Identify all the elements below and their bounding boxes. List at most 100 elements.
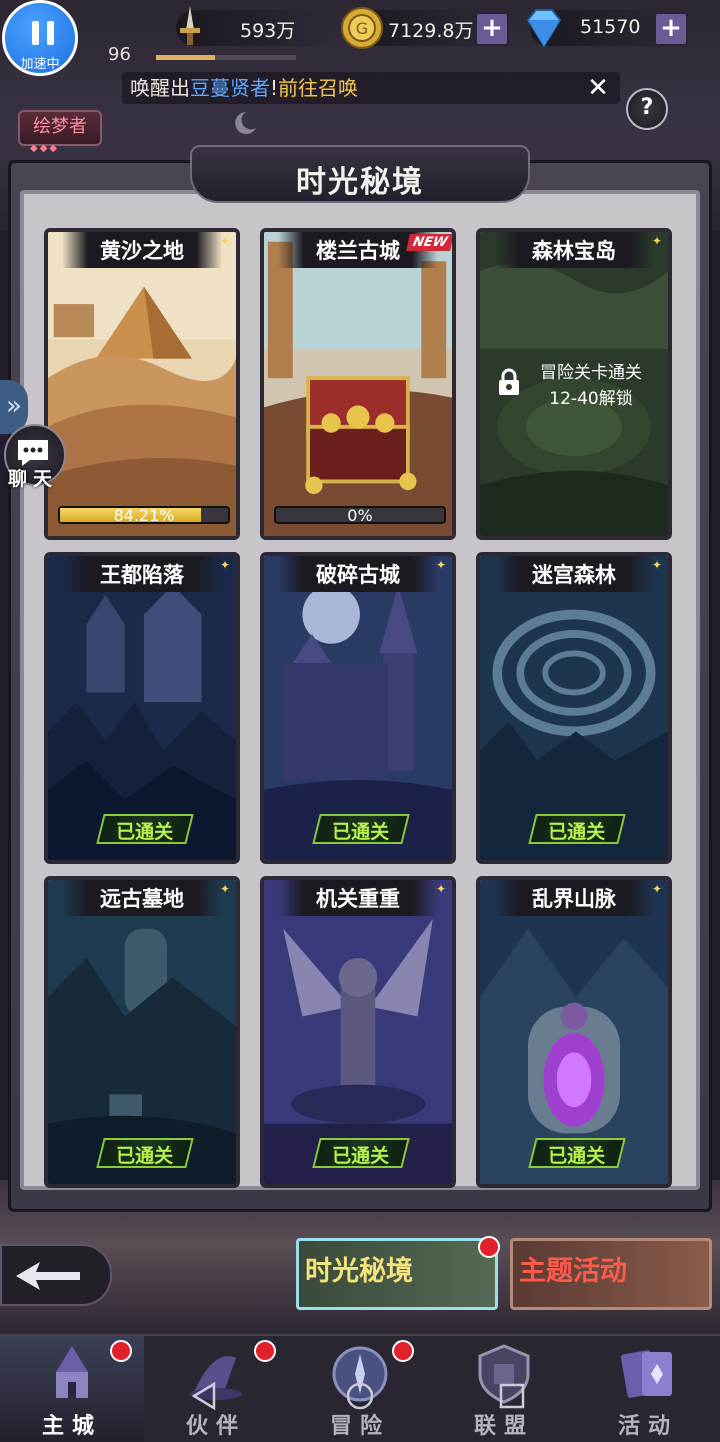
cleared-text: 已通关: [332, 1145, 390, 1167]
cleared-text: 已通关: [548, 821, 606, 843]
tab-secret-realm[interactable]: 时光秘境: [296, 1238, 498, 1310]
star-icon: ✦: [436, 558, 447, 572]
card-title-plate: 黄沙之地: [62, 232, 222, 268]
cleared-text: 已通关: [332, 821, 390, 843]
nav-label: 主城: [41, 1414, 102, 1439]
help-button[interactable]: ?: [626, 88, 668, 130]
progress-text: 0%: [347, 506, 373, 525]
back-button[interactable]: [0, 1244, 112, 1306]
cleared-text: 已通关: [548, 1145, 606, 1167]
card-title: 黄沙之地: [100, 238, 184, 263]
title-plate: 时光秘境: [190, 145, 530, 203]
nav-events[interactable]: 活动: [576, 1336, 720, 1442]
notification-dot: [254, 1340, 276, 1362]
realm-progress-bar: 84.21%: [58, 506, 230, 525]
speed-label: 加速中: [20, 57, 60, 72]
star-icon: ✦: [652, 558, 663, 572]
tab-label: 时光秘境: [305, 1256, 413, 1287]
moon-icon: [235, 112, 256, 134]
diamond-value: 51570: [580, 16, 641, 38]
unlock-requirement: 冒险关卡通关 12-40解锁: [506, 360, 668, 412]
star-icon: ✦: [220, 882, 231, 896]
star-icon: ✦: [220, 234, 231, 248]
nav-label: 冒险: [329, 1414, 390, 1439]
add-gold-button[interactable]: +: [475, 12, 509, 46]
add-diamond-button[interactable]: +: [654, 12, 688, 46]
card-title-plate: 森林宝岛: [494, 232, 654, 268]
nav-label: 活动: [617, 1414, 678, 1439]
card-title-plate: 远古墓地: [62, 880, 222, 916]
card-title-plate: 破碎古城: [278, 556, 438, 592]
realm-card-chaos-mountains[interactable]: 乱界山脉 ✦ 已通关: [476, 876, 672, 1188]
svg-text:G: G: [356, 19, 368, 38]
card-title: 乱界山脉: [532, 886, 616, 911]
cleared-badge: 已通关: [312, 814, 410, 844]
card-title: 远古墓地: [100, 886, 184, 911]
cleared-badge: 已通关: [96, 1138, 194, 1168]
coin-icon: G: [341, 7, 383, 49]
star-icon: ✦: [652, 234, 663, 248]
tab-theme-event[interactable]: 主题活动: [510, 1238, 712, 1310]
unlock-line-1: 冒险关卡通关: [540, 363, 642, 383]
card-title: 森林宝岛: [532, 238, 616, 263]
system-recents-icon[interactable]: [496, 1380, 528, 1412]
chat-label: 聊天: [8, 468, 59, 490]
star-icon: ✦: [436, 882, 447, 896]
notice-mid: !: [270, 76, 279, 100]
exp-bar: [156, 55, 296, 60]
gold-value: 7129.8万: [388, 20, 474, 42]
diamond-icon: [526, 9, 562, 48]
card-title: 王都陷落: [100, 562, 184, 587]
realm-card-forest-island[interactable]: 森林宝岛 ✦ 冒险关卡通关 12-40解锁: [476, 228, 672, 540]
sword-icon: [180, 6, 200, 45]
speed-up-button[interactable]: 加速中: [2, 0, 78, 76]
back-arrow-icon: [16, 1262, 80, 1290]
notification-dot: [110, 1340, 132, 1362]
star-icon: ✦: [652, 882, 663, 896]
close-icon[interactable]: ✕: [584, 75, 612, 101]
progress-text: 84.21%: [113, 506, 175, 525]
player-badge: 绘梦者: [18, 110, 102, 146]
player-level: 96: [108, 44, 131, 65]
notification-dot: [478, 1236, 500, 1258]
realm-card-desert[interactable]: 黄沙之地 ✦ 84.21%: [44, 228, 240, 540]
treasure-chest-art: [264, 232, 452, 536]
nav-label: 伙伴: [185, 1414, 246, 1439]
cleared-text: 已通关: [116, 821, 174, 843]
realm-card-ancient-tomb[interactable]: 远古墓地 ✦ 已通关: [44, 876, 240, 1188]
notification-dot: [392, 1340, 414, 1362]
power-value: 593万: [240, 20, 296, 42]
cleared-badge: 已通关: [312, 1138, 410, 1168]
card-title: 迷宫森林: [532, 562, 616, 587]
unlock-line-2: 12-40解锁: [549, 389, 633, 409]
card-title: 机关重重: [316, 886, 400, 911]
realm-card-royal-fall[interactable]: 王都陷落 ✦ 已通关: [44, 552, 240, 864]
notice-hero: 豆蔓贤者: [190, 76, 270, 100]
nav-label: 联盟: [473, 1414, 534, 1439]
card-title-plate: 迷宫森林: [494, 556, 654, 592]
nav-main-city[interactable]: 主城: [0, 1336, 144, 1442]
pause-icon: [32, 21, 54, 45]
realm-card-loulan[interactable]: 楼兰古城 NEW 0%: [260, 228, 456, 540]
cleared-badge: 已通关: [96, 814, 194, 844]
cleared-badge: 已通关: [528, 814, 626, 844]
realm-card-maze-forest[interactable]: 迷宫森林 ✦ 已通关: [476, 552, 672, 864]
cards-icon: [620, 1350, 672, 1398]
realm-card-broken-city[interactable]: 破碎古城 ✦ 已通关: [260, 552, 456, 864]
exp-fill: [156, 55, 215, 60]
notice-banner[interactable]: 唤醒出豆蔓贤者!前往召唤: [122, 72, 620, 104]
cleared-text: 已通关: [116, 1145, 174, 1167]
badge-gems-icon: ◆◆◆: [30, 143, 60, 154]
card-title-plate: 乱界山脉: [494, 880, 654, 916]
notice-link[interactable]: 前往召唤: [278, 76, 358, 100]
desert-pyramid-art: [48, 232, 236, 536]
card-title-plate: 机关重重: [278, 880, 438, 916]
realm-card-mechanism[interactable]: 机关重重 ✦ 已通关: [260, 876, 456, 1188]
card-title-plate: 王都陷落: [62, 556, 222, 592]
card-title: 破碎古城: [316, 562, 400, 587]
system-back-icon[interactable]: [188, 1380, 220, 1412]
star-icon: ✦: [220, 558, 231, 572]
castle-icon: [56, 1346, 88, 1398]
system-home-icon[interactable]: [344, 1380, 376, 1412]
new-badge: NEW: [406, 234, 452, 251]
